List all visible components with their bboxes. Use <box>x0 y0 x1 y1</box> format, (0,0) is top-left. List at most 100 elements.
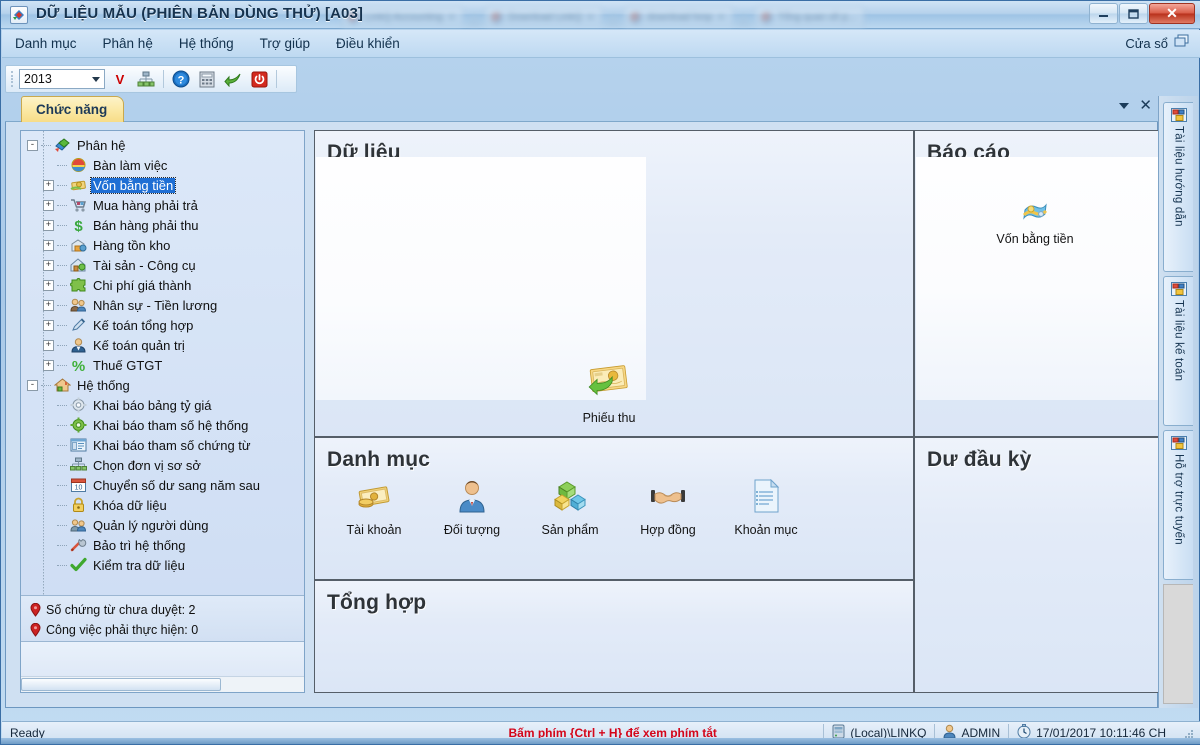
module-tree-panel: -Phân hệ Bàn làm việc +Vốn bằng tiền+Mua h… <box>21 131 304 596</box>
green-arrow-icon[interactable] <box>222 68 244 90</box>
scrollbar-thumb[interactable] <box>21 678 221 691</box>
tree-connector <box>57 305 67 306</box>
close-icon: ✕ <box>448 12 456 23</box>
tree-item-khai-b-o-b-ng-t-gi[interactable]: Khai báo bảng tỷ giá <box>27 395 304 415</box>
tree-item-qu-n-l-ng-i-d-ng[interactable]: Quản lý người dùng <box>27 515 304 535</box>
item-label: Vốn bằng tiền <box>996 232 1073 246</box>
calculator-icon[interactable] <box>196 68 218 90</box>
tree-item-mua-h-ng-ph-i-tr[interactable]: +Mua hàng phải trả <box>27 195 304 215</box>
tree-item-t-i-s-n-c-ng-c[interactable]: +Tài sản - Công cụ <box>27 255 304 275</box>
item-tai-khoan[interactable]: Tài khoản <box>329 478 419 537</box>
window-menu-group[interactable]: Cửa sổ <box>1125 34 1200 53</box>
menu-item-tro-giup[interactable]: Trợ giúp <box>247 32 323 55</box>
chevron-down-icon <box>92 77 100 82</box>
svg-text:?: ? <box>178 75 185 87</box>
window-controls: ✕ <box>1088 3 1195 24</box>
tree-item-label: Chi phí giá thành <box>91 278 193 293</box>
window-title: DỮ LIỆU MẪU (PHIÊN BẢN DÙNG THỬ) [A03] <box>36 5 363 22</box>
tree-item-k-to-n-t-ng-h-p[interactable]: +Kế toán tổng hợp <box>27 315 304 335</box>
background-tab-label: LinkQ Accounting <box>365 12 443 23</box>
panel-title: Danh mục <box>315 438 913 472</box>
expand-icon[interactable]: + <box>43 280 54 291</box>
tree-item-h-th-ng[interactable]: -Hệ thống <box>27 375 304 395</box>
tree-item-khai-b-o-tham-s-h-th-ng[interactable]: Khai báo tham số hệ thống <box>27 415 304 435</box>
tab-chuc-nang[interactable]: Chức năng <box>21 96 124 122</box>
menu-item-phan-he[interactable]: Phân hệ <box>90 32 166 55</box>
menu-item-dieu-khien[interactable]: Điều khiển <box>323 32 413 55</box>
dock-tab-tai-lieu-huong-dan[interactable]: Tài liệu hướng dẫn <box>1163 102 1193 272</box>
sidebar-horizontal-scrollbar[interactable] <box>21 676 304 692</box>
item-doi-tuong[interactable]: Đối tượng <box>427 478 517 537</box>
expand-icon[interactable]: + <box>43 220 54 231</box>
tree-item-nh-n-s-ti-n-l-ng[interactable]: +Nhân sự - Tiền lương <box>27 295 304 315</box>
year-select[interactable]: 2013 <box>19 69 105 89</box>
close-button[interactable]: ✕ <box>1149 3 1195 24</box>
panel-tong-hop: Tổng hợp <box>314 580 914 693</box>
blocks-icon <box>552 478 588 514</box>
tree-connector <box>57 465 67 466</box>
lock-icon <box>69 497 87 514</box>
windows-cascade-icon <box>1174 34 1190 53</box>
tree-item-b-n-l-m-vi-c[interactable]: Bàn làm việc <box>27 155 304 175</box>
expand-icon[interactable]: + <box>43 340 54 351</box>
tree-item-b-o-tr-h-th-ng[interactable]: Bảo trì hệ thống <box>27 535 304 555</box>
dock-tab-tai-lieu-ke-toan[interactable]: Tài liệu kế toán <box>1163 276 1193 426</box>
item-label: Đối tượng <box>444 523 500 537</box>
tree-item-thu-gtgt[interactable]: +%Thuế GTGT <box>27 355 304 375</box>
item-san-pham[interactable]: Sản phẩm <box>525 478 615 537</box>
item-phieu-thu[interactable]: Phiếu thu <box>563 359 655 425</box>
expand-icon[interactable]: + <box>43 260 54 271</box>
desktop-icon <box>69 157 87 174</box>
power-icon[interactable] <box>248 68 270 90</box>
tree-item-ch-n-n-v-s-s[interactable]: Chọn đơn vị sơ sở <box>27 455 304 475</box>
tree-item-ph-n-h[interactable]: -Phân hệ <box>27 135 304 155</box>
expand-icon[interactable]: + <box>43 320 54 331</box>
background-tab-label: download hmp <box>647 12 712 23</box>
org-chart-icon[interactable] <box>135 68 157 90</box>
toolbar-grip[interactable] <box>10 70 15 88</box>
tree-connector <box>57 485 67 486</box>
item-label: Khoản mục <box>734 523 797 537</box>
expand-icon[interactable]: + <box>43 180 54 191</box>
tree-item-ki-m-tra-d-li-u[interactable]: Kiểm tra dữ liệu <box>27 555 304 575</box>
tree-connector <box>57 505 67 506</box>
tree-item-khai-b-o-tham-s-ch-ng-t[interactable]: Khai báo tham số chứng từ <box>27 435 304 455</box>
tree-item-label: Khóa dữ liệu <box>91 498 169 513</box>
menu-item-he-thong[interactable]: Hệ thống <box>166 32 247 55</box>
help-icon[interactable]: ? <box>170 68 192 90</box>
close-icon[interactable]: ✕ <box>1139 99 1152 113</box>
collapse-icon[interactable]: - <box>27 140 38 151</box>
minimize-button[interactable] <box>1089 3 1118 24</box>
note-row[interactable]: Công việc phải thực hiện: 0 <box>27 620 304 640</box>
note-row[interactable]: Số chứng từ chưa duyệt: 2 <box>27 600 304 620</box>
people-icon <box>69 297 87 314</box>
expand-icon[interactable]: + <box>43 360 54 371</box>
maximize-button[interactable] <box>1119 3 1148 24</box>
cart-icon <box>69 197 87 214</box>
tree-item-chi-ph-gi-th-nh[interactable]: + Chi phí giá thành <box>27 275 304 295</box>
menu-item-danh-muc[interactable]: Danh mục <box>2 32 90 55</box>
panel-danh-muc: Danh mục Tài k <box>314 437 914 580</box>
item-von-bang-tien-report[interactable]: Vốn bằng tiền <box>989 199 1081 246</box>
tree-item-b-n-h-ng-ph-i-thu[interactable]: +$Bán hàng phải thu <box>27 215 304 235</box>
item-hop-dong[interactable]: Hợp đồng <box>623 478 713 537</box>
tree-item-v-n-b-ng-ti-n[interactable]: +Vốn bằng tiền <box>27 175 304 195</box>
item-label: Sản phẩm <box>542 523 599 537</box>
window-menu-label: Cửa sổ <box>1125 36 1168 51</box>
tree-item-kh-a-d-li-u[interactable]: Khóa dữ liệu <box>27 495 304 515</box>
item-khoan-muc[interactable]: Khoản mục <box>721 478 811 537</box>
v-button[interactable]: V <box>109 68 131 90</box>
dock-tab-ho-tro-truc-tuyen[interactable]: Hỗ trợ trực tuyến <box>1163 430 1193 580</box>
tree-item-label: Bàn làm việc <box>91 158 169 173</box>
tree-item-chuy-n-s-d-sang-n-m-sau[interactable]: 10 Chuyển số dư sang năm sau <box>27 475 304 495</box>
puzzle-icon <box>69 277 87 294</box>
expand-icon[interactable]: + <box>43 200 54 211</box>
expand-icon[interactable]: + <box>43 240 54 251</box>
tree-item-k-to-n-qu-n-tr[interactable]: +Kế toán quản trị <box>27 335 304 355</box>
tree-item-label: Chuyển số dư sang năm sau <box>91 478 262 493</box>
svg-text:10: 10 <box>74 485 82 492</box>
tree-item-h-ng-t-n-kho[interactable]: +Hàng tồn kho <box>27 235 304 255</box>
chevron-down-icon[interactable] <box>1119 103 1129 109</box>
expand-icon[interactable]: + <box>43 300 54 311</box>
collapse-icon[interactable]: - <box>27 380 38 391</box>
